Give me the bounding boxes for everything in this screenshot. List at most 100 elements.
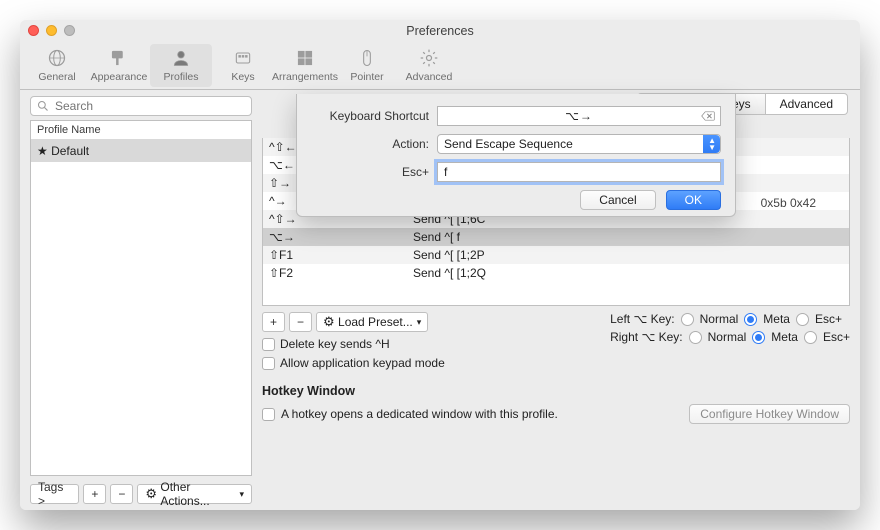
cancel-button[interactable]: Cancel <box>580 190 655 210</box>
left-opt-key-row: Left ⌥ Key: Normal Meta Esc+ <box>610 312 850 326</box>
titlebar: Preferences <box>20 20 860 42</box>
minimize-icon[interactable] <box>46 25 57 36</box>
other-actions-label: Other Actions... <box>160 480 235 508</box>
sidebar-bottom-bar: Tags > + − Other Actions... ▾ <box>30 480 252 510</box>
tags-button[interactable]: Tags > <box>30 484 79 504</box>
radio-normal[interactable] <box>681 313 694 326</box>
toolbar-keys[interactable]: Keys <box>212 44 274 87</box>
remove-mapping-button[interactable]: − <box>289 312 312 332</box>
radio-escp[interactable] <box>796 313 809 326</box>
right-opt-label: Right ⌥ Key: <box>610 330 683 344</box>
hotkey-row: A hotkey opens a dedicated window with t… <box>262 404 850 424</box>
keymap-action: Send ^[ [1;2P <box>413 248 849 262</box>
hotkey-checkbox-label: A hotkey opens a dedicated window with t… <box>281 407 683 421</box>
add-mapping-button[interactable]: + <box>262 312 285 332</box>
keymap-row[interactable]: ⇧F1Send ^[ [1;2P <box>263 246 849 264</box>
opt-normal-label: Normal <box>708 330 747 344</box>
edit-shortcut-sheet: Keyboard Shortcut ⌥→ Action: Send Escape… <box>296 94 736 217</box>
zoom-icon <box>64 25 75 36</box>
toolbar: General Appearance Profiles Keys Arrangement… <box>20 42 860 90</box>
ok-button[interactable]: OK <box>666 190 721 210</box>
profiles-table: Profile Name ★ Default <box>30 120 252 476</box>
ks-value: ⌥→ <box>444 109 714 123</box>
toolbar-arrangements[interactable]: Arrangements <box>274 44 336 87</box>
opt-meta-label: Meta <box>763 312 790 326</box>
opt-normal-label: Normal <box>700 312 739 326</box>
configure-hotkey-button: Configure Hotkey Window <box>689 404 850 424</box>
allow-keypad-label: Allow application keypad mode <box>280 356 445 370</box>
keymap-action: Send ^[ f <box>413 230 849 244</box>
action-label: Action: <box>311 137 429 151</box>
toolbar-label: General <box>38 71 75 83</box>
radio-meta[interactable] <box>744 313 757 326</box>
profile-row-default[interactable]: ★ Default <box>31 140 251 162</box>
grid-icon <box>294 47 316 69</box>
toolbar-advanced[interactable]: Advanced <box>398 44 460 87</box>
action-select[interactable]: Send Escape Sequence ▲▼ <box>437 134 721 154</box>
keymap-key: ⇧F2 <box>263 266 413 280</box>
radio-meta[interactable] <box>752 331 765 344</box>
paint-icon <box>108 47 130 69</box>
checkbox-icon[interactable] <box>262 408 275 421</box>
hex-hint: 0x5b 0x42 <box>761 196 816 210</box>
opt-escp-label: Esc+ <box>815 312 842 326</box>
traffic-lights <box>28 25 75 36</box>
toolbar-profiles[interactable]: Profiles <box>150 44 212 87</box>
select-arrows-icon: ▲▼ <box>708 137 716 151</box>
window-title: Preferences <box>406 24 473 38</box>
load-preset-select[interactable]: Load Preset... ▾ <box>316 312 428 332</box>
action-value: Send Escape Sequence <box>444 137 573 151</box>
search-input[interactable] <box>53 98 245 114</box>
chevron-down-icon: ▾ <box>417 317 422 328</box>
other-actions-button[interactable]: Other Actions... ▾ <box>137 484 252 504</box>
esc-value: f <box>444 165 447 179</box>
toolbar-pointer[interactable]: Pointer <box>336 44 398 87</box>
toolbar-label: Pointer <box>350 71 383 83</box>
globe-icon <box>46 47 68 69</box>
checkbox-icon[interactable] <box>262 357 275 370</box>
search-field-wrap[interactable] <box>30 96 252 116</box>
esc-label: Esc+ <box>311 165 429 179</box>
gear-icon <box>323 315 335 329</box>
keymap-row[interactable]: ⇧F2Send ^[ [1;2Q <box>263 264 849 282</box>
keymap-row[interactable]: ⌥→Send ^[ f <box>263 228 849 246</box>
ks-label: Keyboard Shortcut <box>311 109 429 123</box>
toolbar-appearance[interactable]: Appearance <box>88 44 150 87</box>
ks-field[interactable]: ⌥→ <box>437 106 721 126</box>
checkbox-icon[interactable] <box>262 338 275 351</box>
add-profile-button[interactable]: + <box>83 484 106 504</box>
delete-sends-label: Delete key sends ^H <box>280 337 390 351</box>
radio-normal[interactable] <box>689 331 702 344</box>
modifier-keys-block: Left ⌥ Key: Normal Meta Esc+ Right ⌥ Key… <box>610 312 850 344</box>
user-icon <box>170 47 192 69</box>
radio-escp[interactable] <box>804 331 817 344</box>
left-opt-label: Left ⌥ Key: <box>610 312 675 326</box>
close-icon[interactable] <box>28 25 39 36</box>
chevron-down-icon: ▾ <box>239 489 244 500</box>
load-preset-label: Load Preset... <box>338 315 413 329</box>
toolbar-label: Keys <box>231 71 254 83</box>
opt-escp-label: Esc+ <box>823 330 850 344</box>
allow-keypad-row[interactable]: Allow application keypad mode <box>262 356 850 370</box>
search-icon <box>37 100 49 112</box>
remove-profile-button[interactable]: − <box>110 484 133 504</box>
toolbar-label: Advanced <box>406 71 453 83</box>
toolbar-label: Appearance <box>91 71 148 83</box>
keymap-key: ⌥→ <box>263 230 413 244</box>
mouse-icon <box>356 47 378 69</box>
hotkey-header: Hotkey Window <box>262 384 850 398</box>
right-opt-key-row: Right ⌥ Key: Normal Meta Esc+ <box>610 330 850 344</box>
profiles-header: Profile Name <box>31 121 251 140</box>
gear-icon <box>418 47 440 69</box>
clear-icon[interactable] <box>700 109 716 123</box>
keymap-action: Send ^[ [1;2Q <box>413 266 849 280</box>
key-icon <box>232 47 254 69</box>
preferences-window: Preferences General Appearance Profiles Key… <box>20 20 860 510</box>
gear-icon <box>145 487 157 501</box>
toolbar-label: Profiles <box>163 71 198 83</box>
sidebar: Profile Name ★ Default Tags > + − Other … <box>30 96 252 510</box>
keymap-key: ⇧F1 <box>263 248 413 262</box>
esc-field[interactable]: f <box>437 162 721 182</box>
opt-meta-label: Meta <box>771 330 798 344</box>
toolbar-general[interactable]: General <box>26 44 88 87</box>
